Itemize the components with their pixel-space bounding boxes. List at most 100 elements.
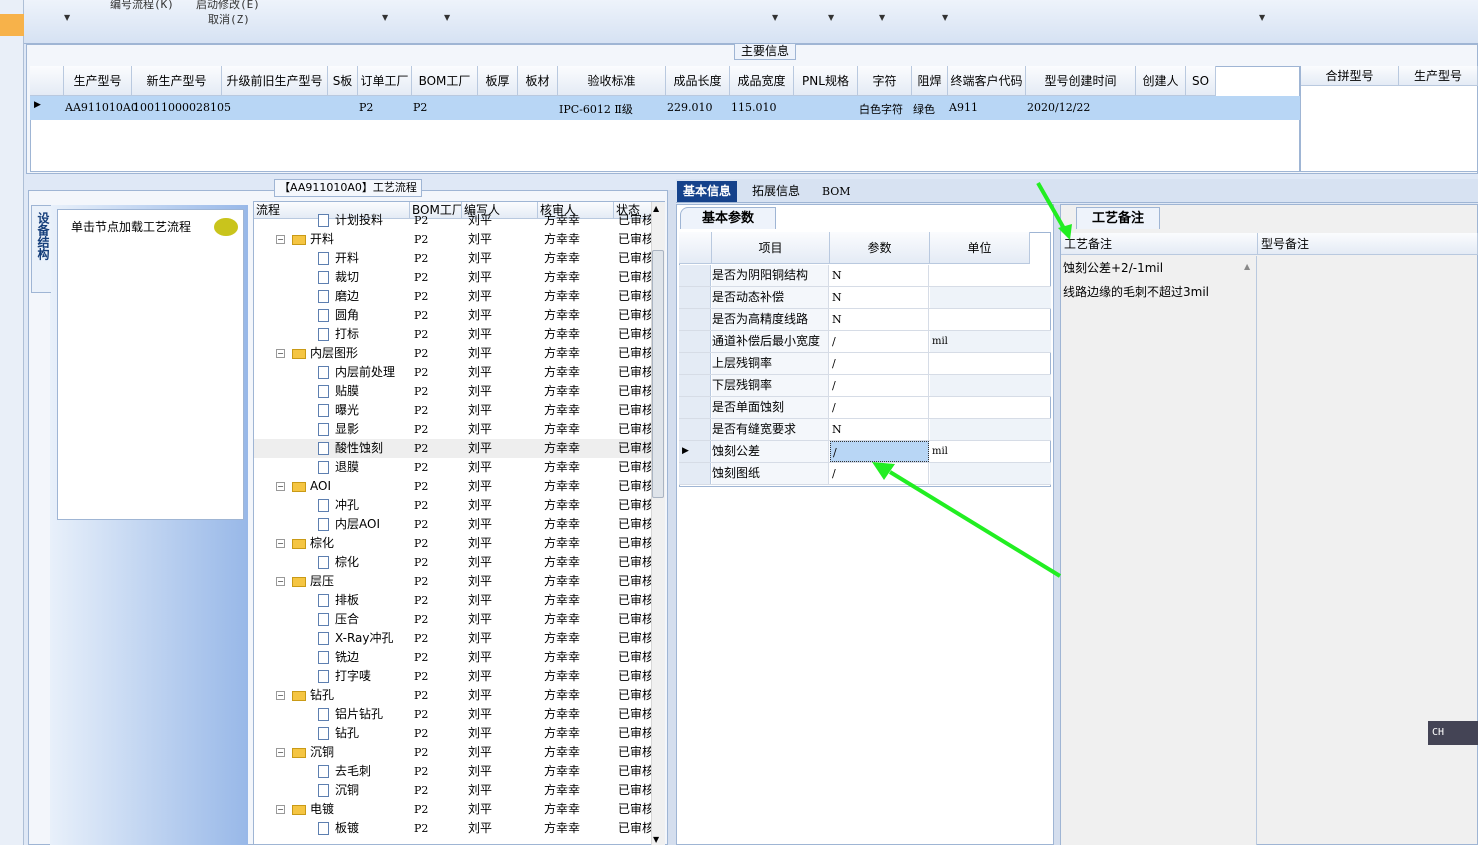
col-header[interactable]: 终端客户代码 [948, 66, 1026, 96]
chevron-down-icon[interactable]: ▼ [772, 13, 778, 22]
col-header-item[interactable]: 项目 [712, 232, 830, 264]
collapse-icon[interactable]: − [276, 235, 285, 244]
tree-row[interactable]: 钻孔 P2 刘平 方幸幸 已审核 [254, 724, 654, 743]
param-row[interactable]: 下层残铜率 / [679, 375, 1051, 397]
col-header-model-remarks[interactable]: 型号备注 [1258, 233, 1478, 255]
tree-row[interactable]: 计划投料 P2 刘平 方幸幸 已审核 [254, 211, 654, 230]
param-row[interactable]: 蚀刻图纸 / [679, 463, 1051, 485]
tab-basic-info[interactable]: 基本信息 [677, 181, 738, 202]
param-row[interactable]: ▶ 蚀刻公差 / mil [679, 441, 1051, 463]
param-value-field[interactable]: / [830, 397, 929, 418]
param-row[interactable]: 是否为高精度线路 N [679, 309, 1051, 331]
toolbar-item-cancel[interactable]: 取消(Z) [208, 11, 250, 27]
col-header[interactable]: 板材 [518, 66, 558, 96]
chevron-down-icon[interactable]: ▼ [828, 13, 834, 22]
col-header-production-model[interactable]: 生产型号 [1399, 66, 1478, 86]
collapse-icon[interactable]: − [276, 748, 285, 757]
param-value-field[interactable]: / [830, 375, 929, 396]
collapse-icon[interactable]: − [276, 577, 285, 586]
toolbar-item-number-flow[interactable]: 编号流程(K) [110, 0, 174, 12]
col-header[interactable]: S板 [328, 66, 358, 96]
tree-row[interactable]: 沉铜 P2 刘平 方幸幸 已审核 [254, 781, 654, 800]
collapse-icon[interactable]: − [276, 349, 285, 358]
param-row[interactable]: 是否为阴阳铜结构 N [679, 265, 1051, 287]
tree-row[interactable]: 贴膜 P2 刘平 方幸幸 已审核 [254, 382, 654, 401]
param-value-field[interactable]: / [830, 331, 929, 352]
param-row[interactable]: 通道补偿后最小宽度 / mil [679, 331, 1051, 353]
tree-row[interactable]: 显影 P2 刘平 方幸幸 已审核 [254, 420, 654, 439]
tree-row[interactable]: 磨边 P2 刘平 方幸幸 已审核 [254, 287, 654, 306]
tab-device-structure[interactable]: 设备结构 [31, 205, 51, 293]
col-header[interactable]: 字符 [858, 66, 912, 96]
scroll-up-icon[interactable]: ▲ [653, 204, 659, 213]
tree-row[interactable]: 冲孔 P2 刘平 方幸幸 已审核 [254, 496, 654, 515]
tree-row[interactable]: − 钻孔 P2 刘平 方幸幸 已审核 [254, 686, 654, 705]
col-header[interactable]: 新生产型号 [132, 66, 222, 96]
chevron-down-icon[interactable]: ▼ [942, 13, 948, 22]
tree-row[interactable]: − AOI P2 刘平 方幸幸 已审核 [254, 477, 654, 496]
tab-bom[interactable]: BOM [816, 181, 857, 202]
chevron-down-icon[interactable]: ▼ [444, 13, 450, 22]
tree-row[interactable]: 内层前处理 P2 刘平 方幸幸 已审核 [254, 363, 654, 382]
tab-process-remarks[interactable]: 工艺备注 [1076, 207, 1160, 229]
tree-row[interactable]: 内层AOI P2 刘平 方幸幸 已审核 [254, 515, 654, 534]
chevron-down-icon[interactable]: ▼ [879, 13, 885, 22]
tree-row[interactable]: − 层压 P2 刘平 方幸幸 已审核 [254, 572, 654, 591]
col-header[interactable]: 创建人 [1136, 66, 1186, 96]
col-header-unit[interactable]: 单位 [930, 232, 1030, 264]
param-value-field[interactable]: N [830, 287, 929, 308]
device-tree-box[interactable]: 单击节点加载工艺流程 [57, 209, 244, 520]
col-header[interactable]: 生产型号 [64, 66, 132, 96]
tree-row[interactable]: 开料 P2 刘平 方幸幸 已审核 [254, 249, 654, 268]
tree-row[interactable]: 曝光 P2 刘平 方幸幸 已审核 [254, 401, 654, 420]
param-row[interactable]: 是否动态补偿 N [679, 287, 1051, 309]
tab-basic-params[interactable]: 基本参数 [680, 207, 776, 229]
col-header[interactable]: 订单工厂 [358, 66, 412, 96]
col-header[interactable]: 板厚 [478, 66, 518, 96]
tree-row[interactable]: 棕化 P2 刘平 方幸幸 已审核 [254, 553, 654, 572]
param-value-field[interactable]: N [830, 309, 929, 330]
param-row[interactable]: 是否有缝宽要求 N [679, 419, 1051, 441]
tree-row[interactable]: 去毛刺 P2 刘平 方幸幸 已审核 [254, 762, 654, 781]
tree-row[interactable]: − 电镀 P2 刘平 方幸幸 已审核 [254, 800, 654, 819]
splitter[interactable] [668, 190, 676, 845]
col-header[interactable]: 成品宽度 [730, 66, 794, 96]
collapse-icon[interactable]: − [276, 691, 285, 700]
tree-row[interactable]: 打字唛 P2 刘平 方幸幸 已审核 [254, 667, 654, 686]
chevron-down-icon[interactable]: ▼ [64, 13, 70, 22]
tree-row[interactable]: 酸性蚀刻 P2 刘平 方幸幸 已审核 [254, 439, 654, 458]
collapse-icon[interactable]: − [276, 482, 285, 491]
param-value-field[interactable]: N [830, 419, 929, 440]
tree-row[interactable]: − 开料 P2 刘平 方幸幸 已审核 [254, 230, 654, 249]
tree-row[interactable]: 圆角 P2 刘平 方幸幸 已审核 [254, 306, 654, 325]
scroll-down-icon[interactable]: ▼ [653, 835, 659, 844]
flow-scrollbar-thumb[interactable] [652, 250, 664, 498]
ime-indicator[interactable]: CH [1428, 721, 1478, 745]
col-header[interactable]: 成品长度 [666, 66, 730, 96]
tree-row[interactable]: 排板 P2 刘平 方幸幸 已审核 [254, 591, 654, 610]
param-value-field[interactable]: / [830, 353, 929, 374]
col-header[interactable]: 升级前旧生产型号 [222, 66, 328, 96]
tree-row[interactable]: 打标 P2 刘平 方幸幸 已审核 [254, 325, 654, 344]
col-header-merge-model[interactable]: 合拼型号 [1301, 66, 1399, 86]
tree-row[interactable]: 铣边 P2 刘平 方幸幸 已审核 [254, 648, 654, 667]
tree-row[interactable]: − 沉铜 P2 刘平 方幸幸 已审核 [254, 743, 654, 762]
tree-row[interactable]: 板镀 P2 刘平 方幸幸 已审核 [254, 819, 654, 838]
tree-row[interactable]: 压合 P2 刘平 方幸幸 已审核 [254, 610, 654, 629]
tree-row[interactable]: − 内层图形 P2 刘平 方幸幸 已审核 [254, 344, 654, 363]
tab-extended-info[interactable]: 拓展信息 [746, 181, 806, 202]
tree-row[interactable]: X-Ray冲孔 P2 刘平 方幸幸 已审核 [254, 629, 654, 648]
col-header-param[interactable]: 参数 [830, 232, 930, 264]
chevron-down-icon[interactable]: ▼ [382, 13, 388, 22]
col-header[interactable]: 验收标准 [558, 66, 666, 96]
scroll-up-icon[interactable]: ▲ [1244, 262, 1250, 271]
param-row[interactable]: 是否单面蚀刻 / [679, 397, 1051, 419]
collapse-icon[interactable]: − [276, 805, 285, 814]
param-value-field[interactable]: / [830, 463, 929, 484]
collapse-icon[interactable]: − [276, 539, 285, 548]
col-header[interactable]: 型号创建时间 [1026, 66, 1136, 96]
tree-row[interactable]: − 棕化 P2 刘平 方幸幸 已审核 [254, 534, 654, 553]
chevron-down-icon[interactable]: ▼ [1259, 13, 1265, 22]
param-value-field[interactable]: / [830, 441, 929, 462]
col-header[interactable]: PNL规格 [794, 66, 858, 96]
